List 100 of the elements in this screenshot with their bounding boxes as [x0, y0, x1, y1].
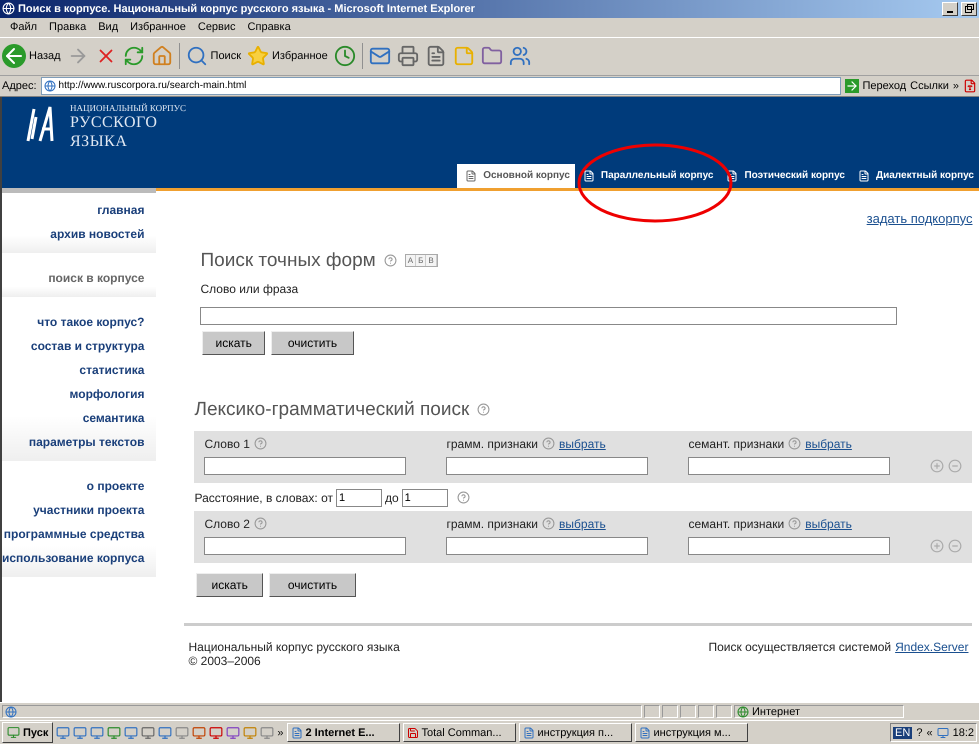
sidebar-link[interactable]: главная [97, 200, 144, 219]
quick-launch-icon[interactable] [107, 726, 122, 740]
help-icon[interactable] [477, 403, 490, 416]
clear-button[interactable]: очистить [270, 330, 354, 355]
taskbar-button[interactable]: Total Comman... [402, 723, 516, 742]
corpus-tab[interactable]: Поэтический корпус [718, 164, 850, 188]
go-button[interactable]: Переход [845, 78, 906, 93]
favorites-button[interactable]: Избранное [247, 45, 328, 68]
taskbar-button[interactable]: инструкция м... [634, 723, 748, 742]
quick-launch-icon[interactable] [192, 726, 206, 740]
add-icon[interactable] [930, 458, 944, 473]
sidebar-link[interactable]: статистика [79, 360, 144, 379]
start-button[interactable]: Пуск [2, 722, 54, 744]
help-icon[interactable] [788, 437, 802, 450]
taskbar-button[interactable]: инструкция п... [518, 723, 632, 742]
menu-item[interactable]: Правка [43, 21, 92, 34]
quick-launch-more[interactable]: » [277, 726, 284, 739]
choose-link[interactable]: выбрать [559, 436, 606, 451]
quick-launch-icon[interactable] [226, 726, 240, 740]
sidebar-link[interactable]: архив новостей [50, 224, 144, 243]
word-label: Слово 2 [204, 516, 250, 531]
status-pane [698, 705, 714, 718]
document-icon [522, 726, 534, 739]
engine-link[interactable]: Яndex.Server [895, 640, 968, 654]
refresh-icon[interactable] [122, 45, 145, 68]
minimize-button[interactable] [942, 2, 958, 16]
quick-launch-icon[interactable] [175, 726, 190, 740]
search-button[interactable]: Поиск [186, 45, 242, 68]
status-pane [644, 705, 660, 718]
back-button[interactable]: Назад [2, 44, 61, 68]
remove-icon[interactable] [948, 538, 962, 553]
help-icon[interactable] [254, 437, 267, 450]
menu-item[interactable]: Вид [92, 21, 124, 34]
sidebar-link[interactable]: программные средства [4, 524, 144, 543]
help-icon[interactable] [542, 437, 556, 450]
help-icon[interactable] [456, 491, 470, 504]
logo-text: ЯЗЫКА [70, 132, 128, 151]
quick-launch-icon[interactable] [209, 726, 224, 740]
quick-launch-icon[interactable] [90, 726, 104, 740]
phrase-input[interactable] [200, 306, 898, 325]
menu-item[interactable]: Избранное [124, 21, 192, 34]
word-input[interactable] [204, 456, 406, 475]
sidebar-link[interactable]: поиск в корпусе [48, 268, 144, 287]
keyboard-button[interactable]: А Б В [404, 254, 438, 268]
language-indicator[interactable]: EN [893, 726, 912, 739]
gram-input[interactable] [446, 456, 648, 475]
subcorpus-link[interactable]: задать подкорпус [866, 210, 972, 226]
document-icon [582, 170, 595, 182]
choose-link[interactable]: выбрать [805, 516, 852, 531]
quick-launch-icon[interactable] [56, 726, 70, 740]
address-field[interactable]: http://www.ruscorpora.ru/search-main.html [40, 76, 842, 95]
menu-item[interactable]: Сервис [192, 21, 242, 34]
restore-button[interactable] [961, 2, 977, 16]
add-icon[interactable] [930, 538, 944, 553]
sidebar-link[interactable]: семантика [82, 408, 144, 427]
distance-from-input[interactable]: 1 [336, 488, 382, 507]
word-input[interactable] [204, 536, 406, 555]
search-button[interactable]: искать [202, 330, 265, 355]
search-button[interactable]: искать [196, 572, 263, 597]
links-label[interactable]: Ссылки [910, 80, 949, 92]
sidebar-link[interactable]: что такое корпус? [37, 312, 144, 331]
distance-to-input[interactable]: 1 [402, 488, 448, 507]
logo-text: РУССКОГО [70, 113, 158, 132]
tray-expand[interactable]: « [926, 726, 933, 739]
print-icon[interactable] [396, 45, 419, 68]
menu-item[interactable]: Справка [242, 21, 297, 34]
sidebar-link[interactable]: участники проекта [33, 500, 144, 519]
quick-launch-icon[interactable] [243, 726, 258, 740]
help-icon[interactable] [788, 517, 802, 530]
links-more[interactable]: » [952, 80, 959, 92]
sem-input[interactable] [688, 536, 890, 555]
quick-launch-icon[interactable] [141, 726, 156, 740]
help-icon[interactable] [254, 517, 267, 530]
quick-launch-icon[interactable] [124, 726, 138, 740]
quick-launch-icon[interactable] [260, 726, 274, 740]
star-icon [247, 45, 270, 68]
remove-icon[interactable] [948, 458, 962, 473]
home-icon[interactable] [150, 45, 173, 68]
corpus-tab[interactable]: Параллельный корпус [574, 164, 718, 188]
menu-item[interactable]: Файл [4, 21, 44, 34]
corpus-tab[interactable]: Диалектный корпус [850, 164, 979, 188]
taskbar-button[interactable]: 2 Internet E... [286, 723, 400, 742]
sem-label: семант. признаки [688, 436, 784, 451]
quick-launch-icon[interactable] [73, 726, 88, 740]
sem-input[interactable] [688, 456, 890, 475]
gram-input[interactable] [446, 536, 648, 555]
sidebar-link[interactable]: использование корпуса [2, 548, 144, 567]
clear-button[interactable]: очистить [268, 572, 356, 597]
choose-link[interactable]: выбрать [559, 516, 606, 531]
sidebar-link[interactable]: состав и структура [30, 336, 144, 355]
sidebar-link[interactable]: параметры текстов [28, 432, 144, 451]
choose-link[interactable]: выбрать [805, 436, 852, 451]
sidebar-link[interactable]: морфология [70, 384, 144, 403]
mail-icon[interactable] [368, 45, 391, 68]
corpus-tab[interactable]: Основной корпус [457, 164, 575, 188]
help-icon[interactable] [384, 254, 397, 268]
help-tray-button[interactable]: ? [916, 726, 922, 739]
quick-launch-icon[interactable] [158, 726, 172, 740]
help-icon[interactable] [542, 517, 556, 530]
sidebar-link[interactable]: о проекте [86, 476, 144, 495]
